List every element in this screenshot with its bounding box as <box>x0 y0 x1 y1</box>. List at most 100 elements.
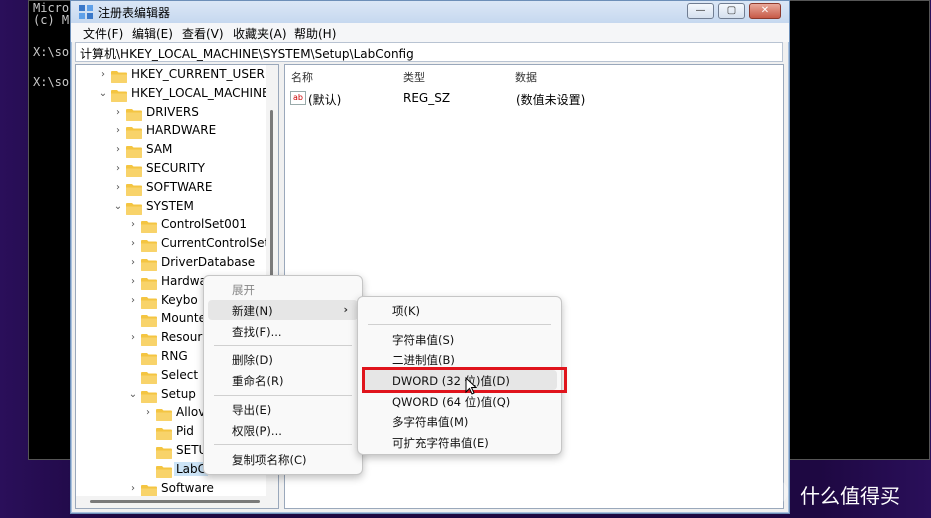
menu-view[interactable]: 查看(V) <box>182 25 224 42</box>
folder-icon <box>126 200 142 215</box>
menu-item-delete[interactable]: 删除(D) <box>204 349 362 369</box>
chevron-down-icon[interactable]: ⌄ <box>128 388 138 402</box>
folder-icon <box>141 331 157 347</box>
tree-item-label: DRIVERS <box>146 104 199 119</box>
close-button[interactable]: ✕ <box>749 3 781 19</box>
chevron-right-icon[interactable]: › <box>98 68 108 82</box>
value-type[interactable]: REG_SZ <box>403 91 450 105</box>
tree-item-label: RNG <box>161 349 188 363</box>
chevron-down-icon[interactable]: ⌄ <box>113 200 123 214</box>
menu-item-new[interactable]: 新建(N) › <box>208 300 358 320</box>
folder-icon <box>126 124 142 140</box>
menu-item-label: 复制项名称(C) <box>232 453 307 467</box>
menu-item-label: 二进制值(B) <box>392 353 455 367</box>
chevron-right-icon[interactable]: › <box>128 237 138 251</box>
column-header-name[interactable]: 名称 <box>291 69 313 85</box>
folder-icon <box>141 294 157 309</box>
folder-icon <box>156 406 172 422</box>
menu-item-copy-key-name[interactable]: 复制项名称(C) <box>204 449 362 469</box>
chevron-right-icon[interactable]: › <box>128 256 138 270</box>
folder-icon <box>156 463 172 478</box>
chevron-right-icon[interactable]: › <box>128 294 138 308</box>
folder-icon <box>111 68 127 83</box>
console-line: X:\so <box>33 45 70 59</box>
folder-icon <box>126 106 142 121</box>
menu-item-label: 多字符串值(M) <box>392 415 469 429</box>
menu-separator <box>214 444 352 445</box>
submenu-item-string[interactable]: 字符串值(S) <box>358 329 561 349</box>
scroll-thumb[interactable] <box>90 500 260 503</box>
string-value-icon: ab <box>290 91 306 105</box>
menu-item-rename[interactable]: 重命名(R) <box>204 370 362 390</box>
minimize-button[interactable]: — <box>687 3 714 19</box>
tree-item-label: DriverDatabase <box>161 255 256 269</box>
menu-item-expand[interactable]: 展开 <box>204 279 362 299</box>
menu-item-export[interactable]: 导出(E) <box>204 399 362 419</box>
tree-horizontal-scrollbar[interactable] <box>76 496 266 508</box>
chevron-right-icon[interactable]: › <box>128 482 138 496</box>
chevron-right-icon[interactable]: › <box>128 218 138 232</box>
tree-item-label: HKEY_LOCAL_MACHINE <box>131 85 270 100</box>
menu-file[interactable]: 文件(F) <box>83 25 123 42</box>
folder-icon <box>141 482 157 497</box>
minimize-icon: — <box>695 5 706 16</box>
folder-icon <box>156 444 172 459</box>
chevron-right-icon[interactable]: › <box>113 143 123 157</box>
menu-item-label: 导出(E) <box>232 403 272 417</box>
chevron-right-icon[interactable]: › <box>128 331 138 345</box>
chevron-right-icon[interactable]: › <box>113 106 123 120</box>
value-data[interactable]: (数值未设置) <box>516 91 585 108</box>
submenu-item-expandable-string[interactable]: 可扩充字符串值(E) <box>358 432 561 452</box>
menu-bar: 文件(F) 编辑(E) 查看(V) 收藏夹(A) 帮助(H) <box>71 23 789 42</box>
folder-icon <box>141 218 157 234</box>
menu-favorites[interactable]: 收藏夹(A) <box>233 25 287 42</box>
chevron-right-icon: › <box>343 303 348 316</box>
tree-item-label: Mounte <box>161 311 206 326</box>
menu-item-label: 展开 <box>232 283 255 297</box>
submenu-item-qword[interactable]: QWORD (64 位)值(Q) <box>358 391 561 411</box>
address-path: 计算机\HKEY_LOCAL_MACHINE\SYSTEM\Setup\LabC… <box>80 47 414 61</box>
tree-item-label: Select <box>161 367 199 382</box>
tree-item-label: Pid <box>176 424 194 439</box>
value-name[interactable]: (默认) <box>308 91 341 108</box>
tree-item-label: HKEY_CURRENT_USER <box>131 67 265 81</box>
menu-item-label: 新建(N) <box>232 304 273 318</box>
folder-icon <box>111 87 127 102</box>
menu-item-label: QWORD (64 位)值(Q) <box>392 395 511 409</box>
tree-item-label: Keybo <box>161 292 198 307</box>
tree-item-label: Allov <box>176 405 206 420</box>
folder-icon <box>126 162 142 177</box>
menu-separator <box>214 345 352 346</box>
close-icon: ✕ <box>760 5 770 16</box>
mouse-cursor-icon <box>465 377 477 395</box>
chevron-down-icon[interactable]: ⌄ <box>98 87 108 101</box>
folder-icon <box>141 237 157 253</box>
folder-icon <box>141 312 157 328</box>
submenu-item-key[interactable]: 项(K) <box>358 300 561 320</box>
submenu-item-binary[interactable]: 二进制值(B) <box>358 349 561 369</box>
menu-item-label: 项(K) <box>392 304 421 318</box>
watermark-logo-icon: 值 <box>764 480 788 504</box>
address-bar[interactable]: 计算机\HKEY_LOCAL_MACHINE\SYSTEM\Setup\LabC… <box>75 42 783 62</box>
column-header-data[interactable]: 数据 <box>515 69 537 85</box>
chevron-right-icon[interactable]: › <box>128 275 138 289</box>
menu-item-label: 删除(D) <box>232 353 273 367</box>
tree-item-label: HARDWARE <box>146 123 217 138</box>
menu-item-find[interactable]: 查找(F)... <box>204 321 362 341</box>
menu-edit[interactable]: 编辑(E) <box>132 25 173 42</box>
chevron-right-icon[interactable]: › <box>143 406 153 420</box>
menu-help[interactable]: 帮助(H) <box>294 25 336 42</box>
tree-item-label: Hardwa <box>161 273 207 288</box>
menu-item-permissions[interactable]: 权限(P)... <box>204 420 362 440</box>
watermark: 值 什么值得买 <box>764 476 924 508</box>
folder-icon <box>141 369 157 384</box>
chevron-right-icon[interactable]: › <box>113 124 123 138</box>
submenu-item-multi-string[interactable]: 多字符串值(M) <box>358 411 561 431</box>
maximize-button[interactable]: ▢ <box>718 3 745 19</box>
console-line: (c) M <box>33 13 70 27</box>
folder-icon <box>141 256 157 271</box>
title-bar[interactable]: 注册表编辑器 — ▢ ✕ <box>71 1 789 23</box>
chevron-right-icon[interactable]: › <box>113 181 123 195</box>
chevron-right-icon[interactable]: › <box>113 162 123 176</box>
column-header-type[interactable]: 类型 <box>403 69 425 85</box>
